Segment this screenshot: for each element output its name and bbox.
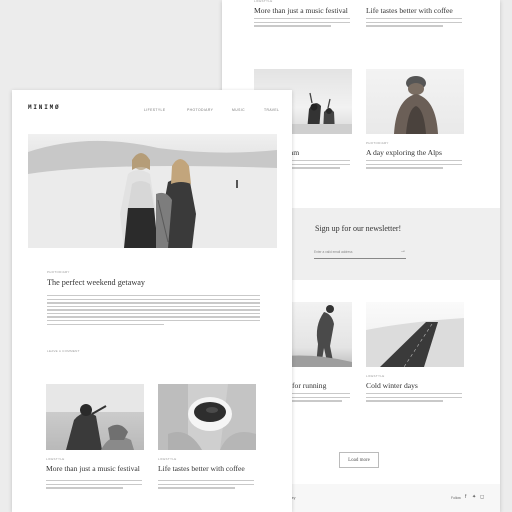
hero-image[interactable]	[28, 134, 277, 248]
post-excerpt	[366, 18, 462, 29]
hero-title[interactable]: The perfect weekend getaway	[47, 278, 145, 287]
two-women-photo	[28, 140, 277, 248]
twitter-icon[interactable]: ✦	[472, 494, 476, 500]
post-image[interactable]	[366, 69, 464, 134]
post-image[interactable]	[46, 384, 144, 450]
arrow-right-icon[interactable]: →	[400, 248, 406, 254]
post-category: Lifestyle	[46, 457, 65, 461]
follow-label: Follow	[451, 496, 461, 500]
post-category: Lifestyle	[366, 374, 385, 378]
hero-excerpt	[47, 295, 260, 327]
instagram-icon[interactable]: ◻	[480, 494, 484, 500]
hero-category: Photodiary	[47, 270, 70, 274]
post-image[interactable]	[366, 302, 464, 367]
nav-item-lifestyle[interactable]: Lifestyle	[144, 108, 166, 112]
nav-item-photodiary[interactable]: Photodiary	[187, 108, 213, 112]
post-image[interactable]	[158, 384, 256, 450]
post-title[interactable]: Life tastes better with coffee	[366, 6, 453, 15]
foreground-page: MINIMØ Lifestyle Photodiary Music Travel…	[12, 90, 292, 512]
post-title[interactable]: Life tastes better with coffee	[158, 464, 245, 473]
newsletter-email-input[interactable]: Enter a valid email address →	[314, 248, 406, 259]
post-category: Photodiary	[366, 141, 389, 145]
email-placeholder: Enter a valid email address	[314, 250, 353, 254]
site-logo[interactable]: MINIMØ	[28, 104, 60, 111]
post-title[interactable]: Cold winter days	[366, 381, 418, 390]
post-title[interactable]: More than just a music festival	[46, 464, 140, 473]
nav-item-travel[interactable]: Travel	[264, 108, 279, 112]
post-category: Lifestyle	[254, 0, 273, 3]
festival-photo	[46, 384, 144, 450]
winter-road-photo	[366, 318, 464, 367]
post-title[interactable]: A day exploring the Alps	[366, 148, 442, 157]
post-excerpt	[46, 480, 142, 491]
post-title[interactable]: More than just a music festival	[254, 6, 348, 15]
post-excerpt	[158, 480, 254, 491]
post-title[interactable]: for running	[292, 381, 326, 390]
post-excerpt	[366, 160, 462, 171]
facebook-icon[interactable]: f	[465, 494, 466, 500]
newsletter-title: Sign up for our newsletter!	[315, 224, 402, 233]
load-more-button[interactable]: Load more	[339, 452, 379, 468]
post-excerpt	[254, 18, 350, 29]
read-more-link[interactable]: Leave a comment	[47, 349, 80, 353]
coffee-photo	[158, 384, 256, 450]
post-category: Lifestyle	[158, 457, 177, 461]
hiker-photo	[394, 76, 438, 134]
post-excerpt	[366, 393, 462, 404]
nav-item-music[interactable]: Music	[232, 108, 245, 112]
